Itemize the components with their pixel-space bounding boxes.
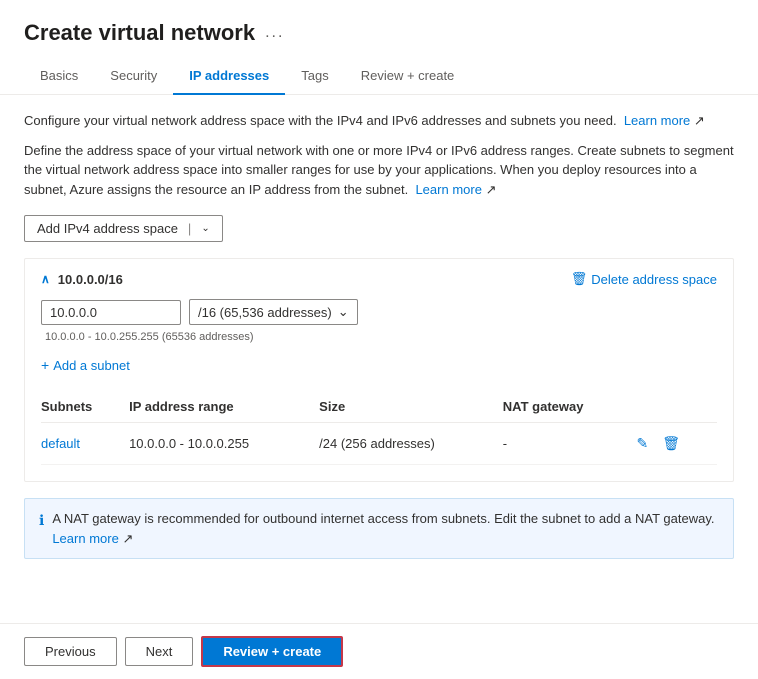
learn-more-link-3[interactable]: Learn more xyxy=(52,531,118,546)
ip-address-input[interactable] xyxy=(41,300,181,325)
learn-more-link-1[interactable]: Learn more xyxy=(624,113,690,128)
action-icons: ✎ 🗑 xyxy=(635,433,710,454)
col-header-ip-range: IP address range xyxy=(129,393,319,423)
subnet-size: /24 (256 addresses) xyxy=(319,423,503,465)
next-button[interactable]: Next xyxy=(125,637,194,666)
tab-tags[interactable]: Tags xyxy=(285,58,344,95)
plus-icon: + xyxy=(41,357,49,373)
info-text: A NAT gateway is recommended for outboun… xyxy=(52,509,719,548)
address-inputs: /16 (65,536 addresses) ⌄ xyxy=(41,299,717,325)
tab-security[interactable]: Security xyxy=(94,58,173,95)
subnet-nat: - xyxy=(503,423,635,465)
address-space-title: ∧ 10.0.0.0/16 xyxy=(41,272,123,287)
description-line2: Define the address space of your virtual… xyxy=(24,141,734,200)
subnet-name-link[interactable]: default xyxy=(41,436,80,451)
delete-subnet-button[interactable]: 🗑 xyxy=(660,433,682,454)
address-space-header: ∧ 10.0.0.0/16 🗑 Delete address space xyxy=(41,271,717,287)
edit-icon: ✎ xyxy=(637,435,649,452)
page-header: Create virtual network ... xyxy=(0,0,758,58)
cidr-dropdown[interactable]: /16 (65,536 addresses) ⌄ xyxy=(189,299,358,325)
table-row: default 10.0.0.0 - 10.0.0.255 /24 (256 a… xyxy=(41,423,717,465)
page-title: Create virtual network xyxy=(24,20,255,46)
add-subnet-button[interactable]: + Add a subnet xyxy=(41,353,130,377)
delete-icon: 🗑 xyxy=(662,435,680,452)
tabs-bar: Basics Security IP addresses Tags Review… xyxy=(0,58,758,95)
col-header-subnets: Subnets xyxy=(41,393,129,423)
edit-subnet-button[interactable]: ✎ xyxy=(635,433,651,454)
info-icon: ℹ xyxy=(39,510,44,531)
col-header-actions xyxy=(635,393,718,423)
col-header-size: Size xyxy=(319,393,503,423)
previous-button[interactable]: Previous xyxy=(24,637,117,666)
collapse-icon[interactable]: ∧ xyxy=(41,272,50,286)
address-hint: 10.0.0.0 - 10.0.255.255 (65536 addresses… xyxy=(41,331,717,343)
col-header-nat: NAT gateway xyxy=(503,393,635,423)
content-area: Configure your virtual network address s… xyxy=(0,95,758,591)
add-address-label: Add IPv4 address space xyxy=(37,221,178,236)
divider: | xyxy=(188,221,191,236)
more-options-icon[interactable]: ... xyxy=(265,24,284,42)
description-line1: Configure your virtual network address s… xyxy=(24,111,734,131)
address-cidr-label: 10.0.0.0/16 xyxy=(58,272,123,287)
trash-icon: 🗑 xyxy=(571,271,588,287)
footer-buttons: Previous Next Review + create xyxy=(0,623,758,679)
review-create-button[interactable]: Review + create xyxy=(201,636,343,667)
tab-basics[interactable]: Basics xyxy=(24,58,94,95)
chevron-down-icon: ⌄ xyxy=(201,223,209,234)
subnet-ip-range: 10.0.0.0 - 10.0.0.255 xyxy=(129,423,319,465)
delete-address-space-link[interactable]: 🗑 Delete address space xyxy=(571,271,717,287)
address-space-box: ∧ 10.0.0.0/16 🗑 Delete address space /16… xyxy=(24,258,734,482)
tab-review-create[interactable]: Review + create xyxy=(345,58,471,95)
subnets-table: Subnets IP address range Size NAT gatewa… xyxy=(41,393,717,465)
tab-ip-addresses[interactable]: IP addresses xyxy=(173,58,285,95)
cidr-chevron-icon: ⌄ xyxy=(338,304,349,320)
add-ipv4-address-button[interactable]: Add IPv4 address space | ⌄ xyxy=(24,215,223,242)
info-banner: ℹ A NAT gateway is recommended for outbo… xyxy=(24,498,734,559)
learn-more-link-2[interactable]: Learn more xyxy=(415,182,481,197)
